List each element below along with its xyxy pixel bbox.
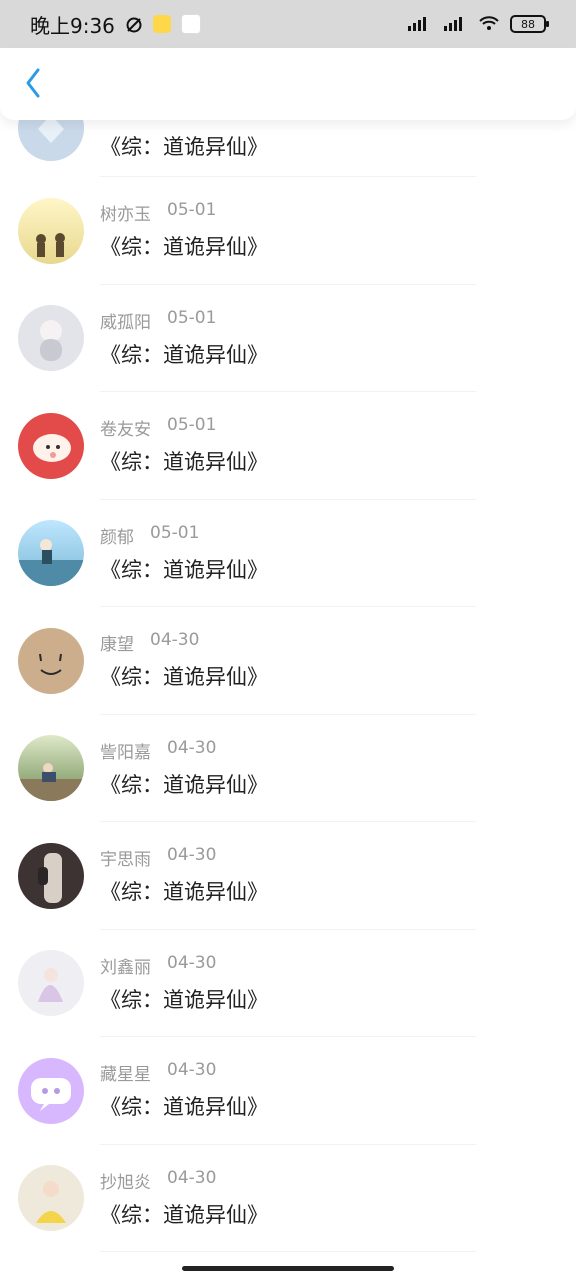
list-item-name[interactable]: 卷友安 (100, 415, 151, 440)
list-item-meta: 康望 04-30 (100, 630, 268, 655)
list-item-text: 《综：道诡异仙》 (100, 131, 268, 161)
list-item-meta: 訾阳嘉 04-30 (100, 738, 268, 763)
list-item-meta: 刘鑫丽 04-30 (100, 953, 268, 978)
list-item[interactable]: 威孤阳 05-01 《综：道诡异仙》 (0, 285, 576, 392)
list-item-text: 抄旭炎 04-30 《综：道诡异仙》 (100, 1168, 268, 1229)
avatar[interactable] (18, 627, 84, 694)
list-item[interactable]: 藏星星 04-30 《综：道诡异仙》 (0, 1037, 576, 1145)
home-indicator[interactable] (182, 1266, 394, 1271)
list-item-date: 04-30 (150, 630, 200, 651)
list-item-text: 树亦玉 05-01 《综：道诡异仙》 (100, 200, 268, 261)
list-item-text: 卷友安 05-01 《综：道诡异仙》 (100, 415, 268, 476)
list-item-title: 《综：道诡异仙》 (100, 665, 268, 690)
back-button[interactable] (18, 68, 48, 102)
divider (100, 1251, 476, 1252)
list-item-date: 05-01 (167, 307, 217, 328)
list-item-text: 康望 04-30 《综：道诡异仙》 (100, 630, 268, 691)
list-item-date: 04-30 (167, 737, 217, 758)
list-item-meta: 抄旭炎 04-30 (100, 1168, 268, 1193)
list-item[interactable]: 颜郁 05-01 《综：道诡异仙》 (0, 500, 576, 607)
avatar[interactable] (18, 735, 84, 802)
list-item-name[interactable]: 康望 (100, 630, 134, 655)
avatar[interactable] (18, 1165, 84, 1232)
list-item-text: 訾阳嘉 04-30 《综：道诡异仙》 (100, 738, 268, 799)
list-item-title: 《综：道诡异仙》 (100, 880, 268, 905)
avatar[interactable] (18, 842, 84, 909)
list-item-text: 宇思雨 04-30 《综：道诡异仙》 (100, 845, 268, 906)
alarm-off-icon (125, 15, 143, 33)
list-item[interactable]: 树亦玉 05-01 《综：道诡异仙》 (0, 177, 576, 285)
list-item-date: 04-30 (167, 1060, 217, 1081)
list-item-date: 04-30 (167, 1167, 217, 1188)
list-item-name[interactable]: 刘鑫丽 (100, 953, 151, 978)
list-item-title: 《综：道诡异仙》 (100, 772, 268, 797)
qq-icon (180, 14, 201, 34)
list-item-title: 《综：道诡异仙》 (100, 342, 268, 367)
list-item[interactable]: 訾阳嘉 04-30 《综：道诡异仙》 (0, 715, 576, 822)
status-time: 晚上9:36 (30, 13, 115, 38)
comment-list: 《综：道诡异仙》 树亦玉 05-01 《综：道诡异仙》 威孤阳 05-01 《综… (0, 95, 576, 1252)
list-item[interactable]: 卷友安 05-01 《综：道诡异仙》 (0, 392, 576, 500)
list-item-title: 《综：道诡异仙》 (100, 235, 268, 260)
list-item-title: 《综：道诡异仙》 (100, 450, 268, 475)
list-item-date: 05-01 (167, 200, 217, 221)
list-item-text: 颜郁 05-01 《综：道诡异仙》 (100, 523, 268, 584)
list-item-meta: 宇思雨 04-30 (100, 845, 268, 870)
avatar[interactable] (18, 412, 84, 479)
list-item-date: 05-01 (150, 522, 200, 543)
list-item-name[interactable]: 树亦玉 (100, 200, 151, 225)
list-item-meta: 卷友安 05-01 (100, 415, 268, 440)
signal-hd-1-icon (406, 14, 432, 35)
list-item-name[interactable]: 訾阳嘉 (100, 738, 151, 763)
status-left: 晚上9:36 (30, 10, 201, 39)
list-item-title: 《综：道诡异仙》 (100, 987, 268, 1012)
list-item-meta: 威孤阳 05-01 (100, 308, 268, 333)
avatar[interactable] (18, 197, 84, 264)
list-item-title: 《综：道诡异仙》 (100, 557, 268, 582)
list-item-name[interactable]: 宇思雨 (100, 845, 151, 870)
list-item-date: 04-30 (167, 845, 217, 866)
avatar[interactable] (18, 520, 84, 587)
list-item-name[interactable]: 藏星星 (100, 1060, 151, 1085)
battery-level: 88 (521, 17, 535, 31)
list-item-title: 《综：道诡异仙》 (100, 1095, 268, 1120)
list-item-date: 05-01 (167, 415, 217, 436)
list-item-title: 《综：道诡异仙》 (100, 135, 268, 159)
signal-hd-2-icon (442, 14, 468, 35)
wifi-icon (478, 14, 500, 35)
list-item-title: 《综：道诡异仙》 (100, 1202, 268, 1227)
list-item[interactable]: 刘鑫丽 04-30 《综：道诡异仙》 (0, 930, 576, 1037)
list-item-name[interactable]: 颜郁 (100, 523, 134, 548)
list-item-meta: 树亦玉 05-01 (100, 200, 268, 225)
list-item[interactable]: 抄旭炎 04-30 《综：道诡异仙》 (0, 1145, 576, 1252)
list-item-text: 刘鑫丽 04-30 《综：道诡异仙》 (100, 953, 268, 1014)
avatar[interactable] (18, 305, 84, 372)
avatar[interactable] (18, 1057, 84, 1124)
avatar[interactable] (18, 950, 84, 1017)
app-header (0, 48, 576, 120)
chevron-left-icon (22, 66, 44, 104)
list-item-text: 藏星星 04-30 《综：道诡异仙》 (100, 1060, 268, 1121)
list-item[interactable]: 宇思雨 04-30 《综：道诡异仙》 (0, 822, 576, 930)
status-right: 88 (406, 14, 549, 35)
list-item-meta: 藏星星 04-30 (100, 1060, 268, 1085)
list-item-name[interactable]: 抄旭炎 (100, 1168, 151, 1193)
payment-app-icon (152, 15, 171, 33)
list-item-text: 威孤阳 05-01 《综：道诡异仙》 (100, 308, 268, 369)
status-bar: 晚上9:36 88 (0, 0, 576, 48)
list-item[interactable]: 康望 04-30 《综：道诡异仙》 (0, 607, 576, 715)
battery-icon: 88 (510, 15, 549, 33)
list-item-date: 04-30 (167, 952, 217, 973)
list-item-name[interactable]: 威孤阳 (100, 308, 151, 333)
list-item-meta: 颜郁 05-01 (100, 523, 268, 548)
